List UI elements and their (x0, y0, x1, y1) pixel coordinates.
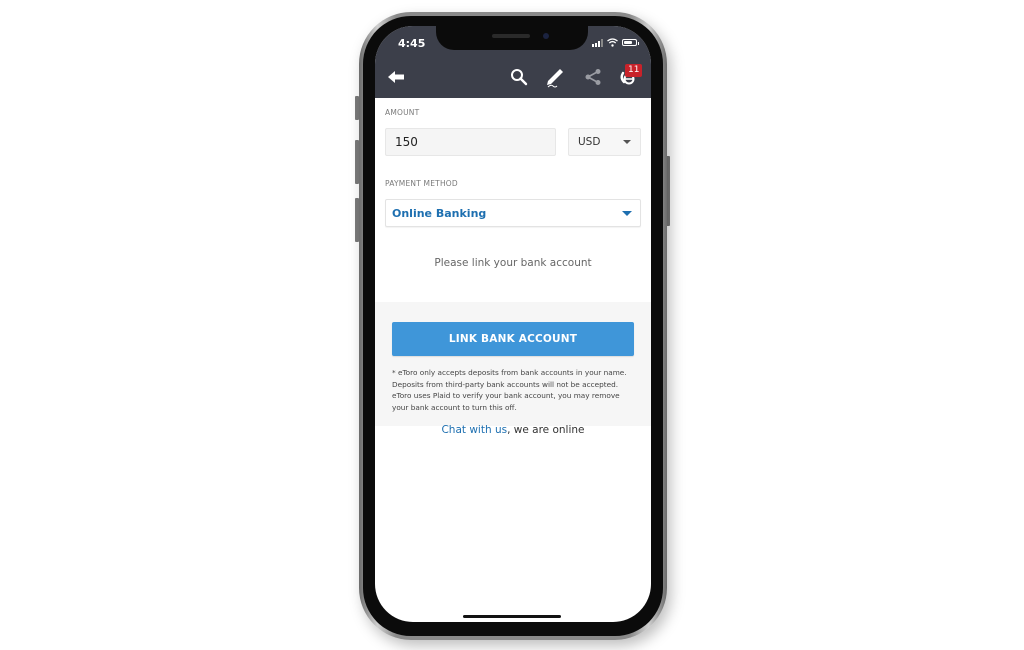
chat-with-us-link[interactable]: Chat with us (441, 424, 507, 436)
share-icon[interactable] (582, 66, 604, 88)
home-indicator[interactable] (463, 615, 561, 618)
chat-line: Chat with us, we are online (375, 424, 651, 436)
earpiece-speaker (492, 34, 530, 38)
back-arrow-icon[interactable] (385, 66, 407, 88)
wifi-icon (607, 38, 618, 47)
payment-method-label: PAYMENT METHOD (385, 179, 458, 188)
status-icons (592, 38, 639, 47)
currency-value: USD (578, 136, 601, 148)
front-camera (543, 33, 549, 39)
signal-icon (592, 38, 603, 47)
amount-label: AMOUNT (385, 108, 420, 117)
edit-pencil-icon[interactable] (543, 66, 567, 88)
chevron-down-icon (622, 210, 632, 216)
phone-screen: 4:45 11 AMOUNT 150 USD PAYMENT METHOD On… (375, 26, 651, 622)
payment-method-value: Online Banking (392, 206, 487, 220)
battery-icon (622, 39, 639, 46)
search-icon[interactable] (508, 66, 530, 88)
disclaimer-text: * eToro only accepts deposits from bank … (392, 368, 627, 412)
link-bank-account-button[interactable]: LINK BANK ACCOUNT (392, 322, 634, 356)
payment-method-select[interactable]: Online Banking (385, 199, 641, 227)
status-time: 4:45 (398, 37, 426, 50)
notification-badge: 11 (625, 64, 643, 77)
chat-status-text: , we are online (507, 424, 585, 436)
currency-select[interactable]: USD (568, 128, 641, 156)
chevron-down-icon (623, 140, 631, 144)
link-bank-prompt: Please link your bank account (434, 257, 592, 269)
amount-input[interactable]: 150 (385, 128, 556, 156)
